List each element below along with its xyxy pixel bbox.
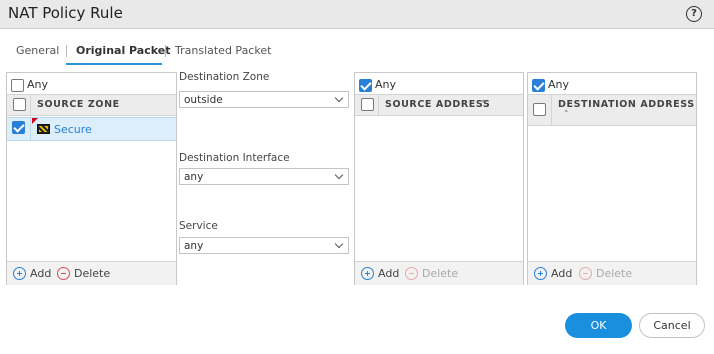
source-zone-select-all-checkbox[interactable] <box>13 98 26 111</box>
service-label: Service <box>179 220 218 232</box>
add-label: Add <box>378 267 400 280</box>
destination-address-footer: Add Delete <box>528 261 696 285</box>
destination-address-select-all-checkbox[interactable] <box>533 103 546 116</box>
source-address-select-all-cell <box>355 95 379 115</box>
cancel-button[interactable]: Cancel <box>639 313 705 338</box>
tab-bar: General Original Packet Translated Packe… <box>0 29 714 65</box>
zone-icon <box>37 124 50 134</box>
dialog-title: NAT Policy Rule <box>8 4 123 22</box>
add-label: Add <box>551 267 573 280</box>
chevron-down-icon <box>334 93 344 103</box>
destination-address-panel: Any DESTINATION ADDRESS ˄ Add Delete <box>527 72 697 285</box>
destination-interface-value: any <box>184 171 204 183</box>
source-zone-panel: Any SOURCE ZONE ˄ Secure Add Delete <box>6 72 177 285</box>
ok-button[interactable]: OK <box>565 313 632 338</box>
destination-interface-select[interactable]: any <box>179 168 349 185</box>
delete-icon <box>579 267 592 280</box>
delete-label: Delete <box>422 267 459 280</box>
add-label: Add <box>30 267 52 280</box>
sort-ascending-icon[interactable]: ˄ <box>114 100 124 110</box>
source-address-any-checkbox[interactable] <box>359 79 372 92</box>
sort-ascending-icon[interactable]: ˄ <box>481 100 491 110</box>
tab-separator <box>165 45 166 57</box>
source-zone-select-all-cell <box>7 95 31 115</box>
destination-address-any-checkbox[interactable] <box>532 79 545 92</box>
tab-general[interactable]: General <box>16 44 59 57</box>
source-zone-footer: Add Delete <box>7 261 176 285</box>
source-address-footer: Add Delete <box>355 261 523 285</box>
source-address-select-all-checkbox[interactable] <box>361 98 374 111</box>
destination-zone-value: outside <box>184 94 223 106</box>
destination-zone-select[interactable]: outside <box>179 91 349 108</box>
add-icon <box>13 267 26 280</box>
delete-icon <box>57 267 70 280</box>
source-zone-any-label: Any <box>27 78 49 91</box>
row-checkbox[interactable] <box>12 121 25 134</box>
source-address-any-label: Any <box>375 78 397 91</box>
destination-address-select-all-cell <box>528 95 552 125</box>
source-zone-column-header[interactable]: SOURCE ZONE <box>37 99 120 110</box>
source-zone-any-checkbox[interactable] <box>11 79 24 92</box>
delete-label: Delete <box>74 267 111 280</box>
chevron-down-icon <box>334 170 344 180</box>
sort-ascending-icon[interactable]: ˄ <box>564 110 574 120</box>
zone-link[interactable]: Secure <box>54 123 92 136</box>
tab-separator <box>66 45 67 57</box>
row-checkbox-cell <box>7 118 31 140</box>
chevron-down-icon <box>334 239 344 249</box>
add-icon <box>361 267 374 280</box>
add-icon <box>534 267 547 280</box>
active-tab-indicator <box>66 63 162 65</box>
service-select[interactable]: any <box>179 237 349 254</box>
tab-original-packet[interactable]: Original Packet <box>76 44 171 57</box>
table-row[interactable]: Secure <box>7 117 176 141</box>
tab-translated-packet[interactable]: Translated Packet <box>175 44 271 57</box>
source-address-panel: Any SOURCE ADDRESS ˄ Add Delete <box>354 72 524 285</box>
source-address-grid-header: SOURCE ADDRESS ˄ <box>355 94 523 116</box>
destination-zone-label: Destination Zone <box>179 71 270 83</box>
destination-interface-label: Destination Interface <box>179 152 290 164</box>
source-zone-grid-header: SOURCE ZONE ˄ <box>7 94 176 116</box>
source-address-column-header[interactable]: SOURCE ADDRESS <box>385 99 490 110</box>
destination-address-grid-header: DESTINATION ADDRESS ˄ <box>528 94 696 126</box>
help-icon[interactable]: ? <box>686 6 702 22</box>
delete-label: Delete <box>596 267 633 280</box>
delete-icon <box>405 267 418 280</box>
dialog-title-bar: NAT Policy Rule ? <box>0 0 714 29</box>
destination-address-any-label: Any <box>548 78 570 91</box>
service-value: any <box>184 240 204 252</box>
destination-address-column-header[interactable]: DESTINATION ADDRESS <box>558 99 695 110</box>
